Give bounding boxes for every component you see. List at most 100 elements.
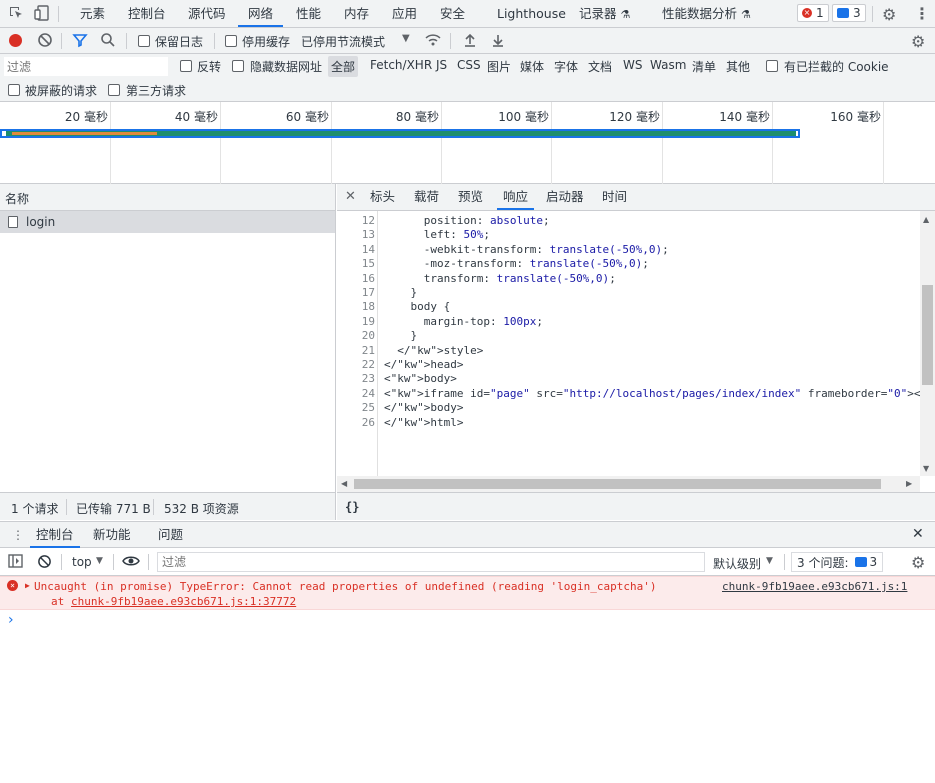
request-row[interactable]: login bbox=[0, 211, 335, 233]
network-overview[interactable]: 20 毫秒 40 毫秒 60 毫秒 80 毫秒 100 毫秒 120 毫秒 14… bbox=[0, 102, 935, 184]
throttling-select[interactable]: 已停用节流模式 bbox=[301, 33, 385, 50]
export-har-icon[interactable] bbox=[491, 32, 505, 48]
expand-triangle-icon[interactable]: ▶ bbox=[25, 581, 30, 590]
code-line: margin-top: 100px; bbox=[384, 314, 543, 328]
tab-recorder[interactable]: 记录器 ⚗ bbox=[579, 0, 630, 27]
scrollbar-thumb[interactable] bbox=[354, 479, 881, 489]
search-icon[interactable] bbox=[100, 32, 116, 48]
line-number: 24 bbox=[361, 386, 375, 400]
grid-line bbox=[331, 102, 332, 184]
tab-preview[interactable]: 预览 bbox=[458, 184, 483, 210]
tab-payload[interactable]: 载荷 bbox=[414, 184, 439, 210]
scrollbar-thumb[interactable] bbox=[922, 285, 933, 385]
drawer-tab-console[interactable]: 控制台 bbox=[30, 522, 80, 548]
close-icon[interactable]: ✕ bbox=[345, 189, 356, 204]
message-count: 3 bbox=[853, 6, 861, 20]
scroll-right-icon[interactable]: ▶ bbox=[906, 479, 912, 488]
filter-icon[interactable] bbox=[72, 32, 88, 48]
tab-lighthouse[interactable]: Lighthouse bbox=[497, 0, 566, 27]
type-filter-ws[interactable]: WS bbox=[623, 58, 642, 72]
import-har-icon[interactable] bbox=[463, 32, 477, 48]
message-count-badge[interactable]: 3 bbox=[832, 4, 866, 22]
gear-icon[interactable]: ⚙ bbox=[911, 553, 925, 572]
pretty-print-button[interactable]: {} bbox=[345, 500, 359, 514]
chevron-down-icon[interactable]: ▼ bbox=[96, 556, 103, 566]
preserve-log-checkbox[interactable] bbox=[138, 35, 150, 47]
type-filter-all[interactable]: 全部 bbox=[328, 56, 359, 77]
vertical-scrollbar[interactable]: ▲ ▼ bbox=[920, 211, 935, 476]
third-party-label: 第三方请求 bbox=[126, 84, 187, 98]
toolbar-divider bbox=[784, 554, 785, 570]
record-button[interactable] bbox=[9, 34, 22, 47]
filter-input[interactable] bbox=[4, 57, 168, 76]
grid-line bbox=[441, 102, 442, 184]
disable-cache-checkbox[interactable] bbox=[225, 35, 237, 47]
invert-checkbox[interactable] bbox=[180, 60, 192, 72]
console-input[interactable] bbox=[20, 612, 920, 630]
drawer-menu-icon[interactable]: ⋮ bbox=[12, 528, 24, 542]
context-selector[interactable]: top bbox=[72, 555, 92, 569]
type-filter-manifest[interactable]: 清单 bbox=[692, 58, 716, 75]
console-filter-input[interactable] bbox=[157, 552, 705, 572]
tab-initiator[interactable]: 启动器 bbox=[546, 184, 584, 210]
response-code-viewer[interactable]: 12 position: absolute; 13 left: 50%; 14 -w… bbox=[337, 211, 920, 476]
type-filter-doc[interactable]: 文档 bbox=[588, 58, 612, 75]
blocked-requests-checkbox[interactable] bbox=[8, 84, 20, 96]
tab-security[interactable]: 安全 bbox=[440, 0, 465, 27]
scroll-left-icon[interactable]: ◀ bbox=[341, 479, 347, 488]
clear-icon[interactable] bbox=[37, 32, 53, 48]
hide-data-urls-checkbox[interactable] bbox=[232, 60, 244, 72]
response-footer: {} bbox=[337, 492, 935, 520]
type-filter-other[interactable]: 其他 bbox=[726, 58, 750, 75]
type-filter-media[interactable]: 媒体 bbox=[520, 58, 544, 75]
eye-icon[interactable] bbox=[122, 554, 140, 568]
console-error-message[interactable]: × ▶ Uncaught (in promise) TypeError: Can… bbox=[0, 576, 935, 610]
column-header-name[interactable]: 名称 bbox=[5, 190, 29, 207]
code-line: </"kw">style> bbox=[384, 343, 484, 357]
type-filter-css[interactable]: CSS bbox=[457, 58, 481, 72]
scroll-down-icon[interactable]: ▼ bbox=[923, 464, 929, 473]
tab-memory[interactable]: 内存 bbox=[344, 0, 369, 27]
horizontal-scrollbar[interactable]: ◀ ▶ bbox=[337, 476, 920, 492]
tab-elements[interactable]: 元素 bbox=[80, 0, 105, 27]
chevron-down-icon[interactable]: ▼ bbox=[402, 33, 410, 44]
tab-performance[interactable]: 性能 bbox=[296, 0, 321, 27]
tab-performance-insights[interactable]: 性能数据分析 ⚗ bbox=[662, 0, 751, 27]
issues-counter[interactable]: 3 个问题: 3 bbox=[791, 552, 884, 572]
type-filter-wasm[interactable]: Wasm bbox=[650, 58, 686, 72]
gear-icon[interactable]: ⚙ bbox=[911, 32, 925, 51]
blocked-cookies-checkbox[interactable] bbox=[766, 60, 778, 72]
error-count-badge[interactable]: × 1 bbox=[797, 4, 829, 22]
blocked-requests-label: 被屏蔽的请求 bbox=[25, 84, 98, 98]
error-source-link[interactable]: chunk-9fb19aee.e93cb671.js:1 bbox=[722, 580, 907, 593]
type-filter-js[interactable]: JS bbox=[436, 58, 447, 72]
chevron-down-icon[interactable]: ▼ bbox=[766, 556, 773, 566]
scroll-up-icon[interactable]: ▲ bbox=[923, 215, 929, 224]
drawer-tab-issues[interactable]: 问题 bbox=[158, 522, 183, 548]
type-filter-img[interactable]: 图片 bbox=[487, 58, 511, 75]
tab-network[interactable]: 网络 bbox=[238, 0, 284, 27]
show-sidebar-icon[interactable] bbox=[8, 554, 23, 568]
type-filter-fetch-xhr[interactable]: Fetch/XHR bbox=[370, 58, 432, 72]
clear-console-icon[interactable] bbox=[37, 554, 52, 569]
tab-timing[interactable]: 时间 bbox=[602, 184, 627, 210]
close-drawer-icon[interactable]: ✕ bbox=[912, 526, 924, 542]
third-party-checkbox[interactable] bbox=[108, 84, 120, 96]
log-levels-select[interactable]: 默认级别 bbox=[713, 555, 761, 572]
drawer-tab-whats-new[interactable]: 新功能 bbox=[93, 522, 131, 548]
tab-response[interactable]: 响应 bbox=[497, 184, 535, 210]
stack-trace-link[interactable]: chunk-9fb19aee.e93cb671.js:1:37772 bbox=[71, 595, 296, 608]
tab-sources[interactable]: 源代码 bbox=[188, 0, 226, 27]
type-filter-font[interactable]: 字体 bbox=[554, 58, 578, 75]
tab-console[interactable]: 控制台 bbox=[128, 0, 166, 27]
tab-headers[interactable]: 标头 bbox=[370, 184, 395, 210]
tab-application[interactable]: 应用 bbox=[392, 0, 417, 27]
gear-icon[interactable]: ⚙ bbox=[882, 5, 896, 24]
network-conditions-icon[interactable] bbox=[424, 32, 442, 48]
code-line: -moz-transform: translate(-50%,0); bbox=[384, 257, 649, 271]
grid-line bbox=[883, 102, 884, 184]
more-options-icon[interactable]: ⋮ bbox=[914, 4, 930, 23]
inspect-element-icon[interactable] bbox=[8, 5, 24, 21]
device-toolbar-icon[interactable] bbox=[34, 5, 52, 21]
code-line: } bbox=[384, 329, 418, 343]
